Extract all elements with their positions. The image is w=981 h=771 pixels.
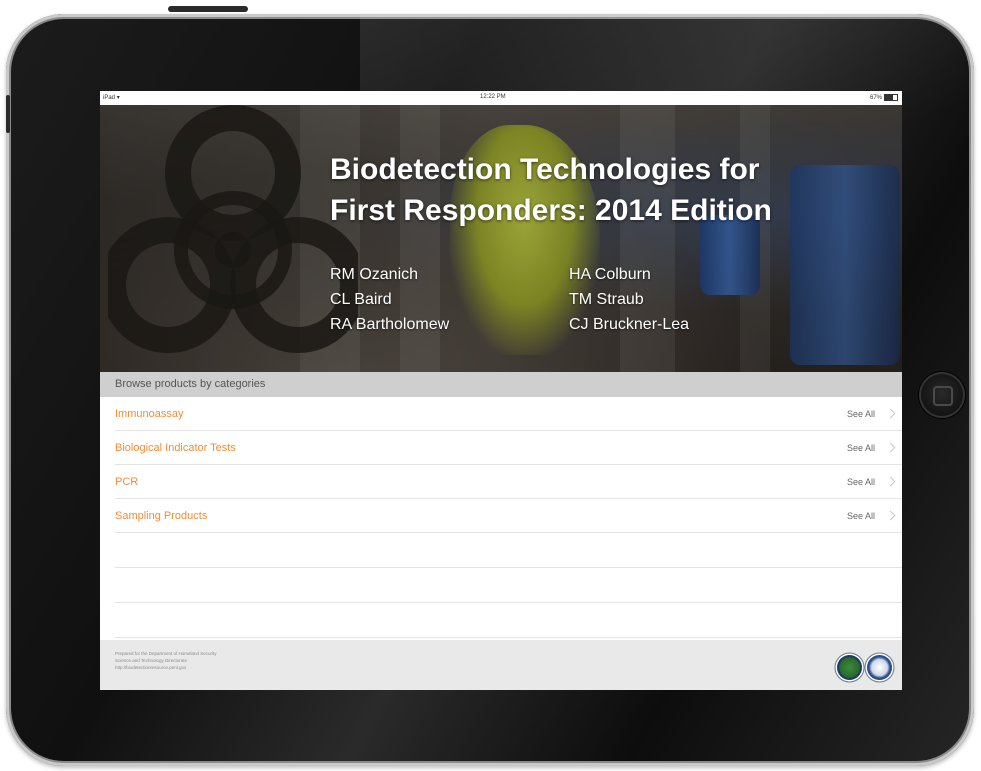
see-all-link[interactable]: See All: [847, 465, 875, 499]
category-row-pcr[interactable]: PCR See All: [115, 465, 902, 499]
battery-level: [885, 95, 894, 100]
category-row-sampling-products[interactable]: Sampling Products See All: [115, 499, 902, 533]
hero-banner: Biodetection Technologies for First Resp…: [100, 105, 902, 372]
sleep-wake-button: [168, 6, 248, 12]
title-line-1: Biodetection Technologies for: [330, 153, 760, 186]
category-label: PCR: [115, 476, 139, 488]
carrier-label: iPad: [103, 95, 116, 101]
doe-seal-logo: [837, 655, 862, 680]
category-row-immunoassay[interactable]: Immunoassay See All: [115, 397, 902, 431]
author-name: RA Bartholomew: [330, 316, 450, 333]
ipad-screen: iPad ▾ 12:22 PM 67% Biodetection Technol…: [100, 91, 902, 690]
category-row-biological-indicator-tests[interactable]: Biological Indicator Tests See All: [115, 431, 902, 465]
category-list: Immunoassay See All Biological Indicator…: [100, 397, 902, 638]
status-bar: iPad ▾ 12:22 PM 67%: [100, 91, 902, 105]
title-line-2: First Responders: 2014 Edition: [330, 194, 772, 227]
status-carrier: iPad ▾: [103, 94, 120, 101]
authors-right-column: HA Colburn TM Straub CJ Bruckner-Lea: [569, 262, 689, 337]
footer: Prepared for the Department of Homeland …: [100, 640, 902, 690]
see-all-link[interactable]: See All: [847, 499, 875, 533]
category-label: Immunoassay: [115, 408, 184, 420]
empty-row: [115, 533, 902, 568]
chevron-right-icon: [885, 510, 896, 521]
footer-link[interactable]: http://biodetectionresource.pnnl.gov: [115, 664, 217, 671]
biohazard-icon: [108, 105, 358, 353]
home-button[interactable]: [919, 372, 965, 418]
author-name: HA Colburn: [569, 266, 651, 283]
chevron-right-icon: [885, 408, 896, 419]
wifi-icon: ▾: [116, 95, 120, 101]
status-time: 12:22 PM: [480, 94, 506, 100]
author-name: CJ Bruckner-Lea: [569, 316, 690, 333]
battery-icon: [884, 94, 898, 101]
dhs-seal-logo: [867, 655, 892, 680]
categories-section-header: Browse products by categories: [100, 372, 902, 397]
authors-left-column: RM Ozanich CL Baird RA Bartholomew: [330, 262, 449, 337]
chevron-right-icon: [885, 442, 896, 453]
see-all-link[interactable]: See All: [847, 431, 875, 465]
empty-row: [115, 568, 902, 603]
footer-line: Prepared for the Department of Homeland …: [115, 651, 217, 656]
see-all-link[interactable]: See All: [847, 397, 875, 431]
app-title: Biodetection Technologies for First Resp…: [330, 149, 890, 231]
footer-credits: Prepared for the Department of Homeland …: [115, 650, 217, 671]
category-label: Biological Indicator Tests: [115, 442, 236, 454]
category-label: Sampling Products: [115, 510, 208, 522]
stage: iPad ▾ 12:22 PM 67% Biodetection Technol…: [0, 0, 981, 771]
footer-line: Science and Technology Directorate: [115, 658, 187, 663]
author-name: RM Ozanich: [330, 266, 419, 283]
author-name: CL Baird: [330, 291, 392, 308]
battery-percent: 67%: [869, 94, 882, 101]
chevron-right-icon: [885, 476, 896, 487]
author-name: TM Straub: [569, 291, 644, 308]
volume-button: [6, 95, 10, 133]
home-square-icon: [933, 386, 953, 406]
status-battery: 67%: [870, 94, 898, 101]
empty-row: [115, 603, 902, 638]
